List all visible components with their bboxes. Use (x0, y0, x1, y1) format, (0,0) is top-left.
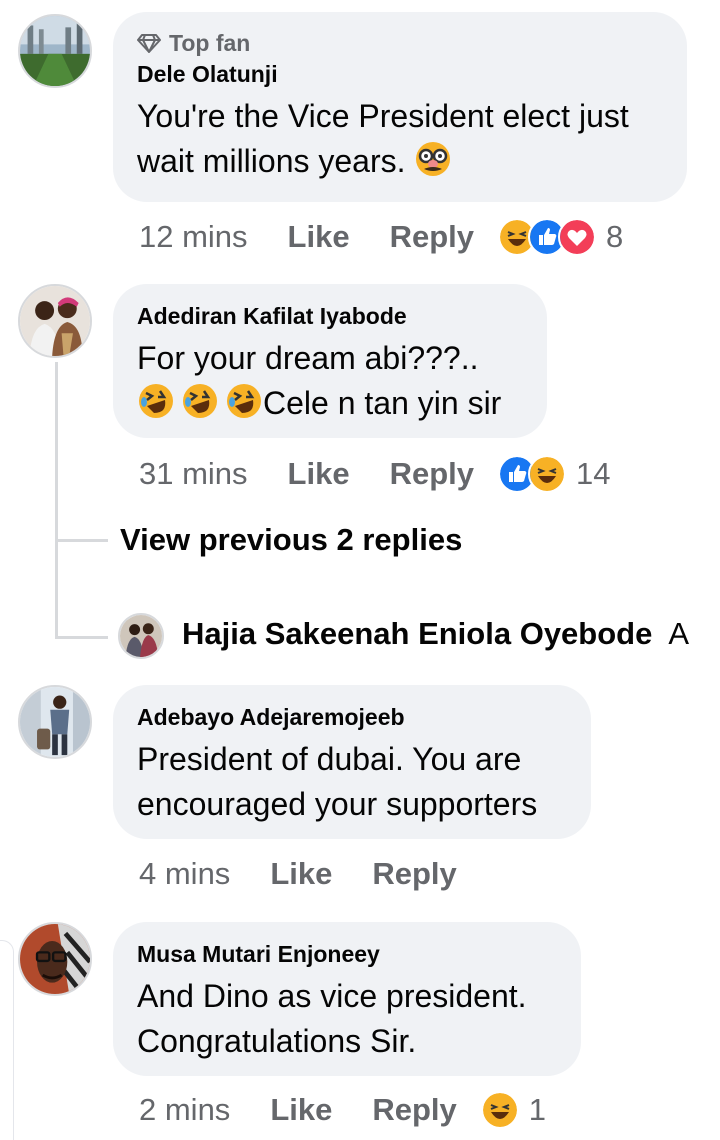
reply-author[interactable]: Hajia Sakeenah Eniola Oyebode (182, 616, 652, 652)
rofl-emoji (183, 384, 217, 418)
love-icon (558, 218, 596, 256)
reply-button[interactable]: Reply (372, 856, 456, 892)
timestamp[interactable]: 4 mins (139, 856, 230, 892)
top-fan-label: Top fan (169, 29, 251, 56)
reply-snippet: A (668, 616, 690, 651)
rofl-emoji (139, 384, 173, 418)
comment-actions: 4 mins Like Reply (139, 852, 497, 896)
reply-button[interactable]: Reply (372, 1092, 456, 1128)
comment-text: You're the Vice President elect just wai… (137, 98, 629, 179)
view-previous-replies-link[interactable]: View previous 2 replies (120, 522, 462, 558)
thread-connector (55, 539, 108, 542)
like-button[interactable]: Like (288, 456, 350, 492)
reactions-summary[interactable]: 8 (498, 218, 623, 256)
avatar[interactable] (18, 685, 92, 759)
comment-author[interactable]: Dele Olatunji (137, 60, 663, 88)
comment-bubble: Adediran Kafilat Iyabode For your dream … (113, 284, 547, 438)
avatar[interactable] (18, 922, 92, 996)
comment-text: And Dino as vice president. Congratulati… (137, 978, 527, 1059)
reaction-count: 1 (528, 1092, 547, 1127)
reply-button[interactable]: Reply (390, 456, 474, 492)
avatar[interactable] (118, 613, 164, 659)
haha-icon (528, 455, 566, 493)
comment-bubble: Musa Mutari Enjoneey And Dino as vice pr… (113, 922, 581, 1076)
timestamp[interactable]: 2 mins (139, 1092, 230, 1128)
comment-actions: 12 mins Like Reply 8 (139, 215, 623, 259)
like-button[interactable]: Like (288, 219, 350, 255)
rofl-emoji (227, 384, 261, 418)
thread-line (55, 362, 58, 639)
reaction-count: 14 (576, 456, 611, 491)
reply-preview[interactable]: Hajia Sakeenah Eniola Oyebode A (182, 616, 689, 652)
comment-author[interactable]: Adediran Kafilat Iyabode (137, 302, 523, 330)
comment-author[interactable]: Adebayo Adejaremojeeb (137, 703, 567, 731)
comment-author[interactable]: Musa Mutari Enjoneey (137, 940, 557, 968)
diamond-icon (137, 34, 161, 53)
top-fan-badge: Top fan (137, 26, 663, 60)
comment-bubble: Top fan Dele Olatunji You're the Vice Pr… (113, 12, 687, 202)
reply-button[interactable]: Reply (390, 219, 474, 255)
reaction-count: 8 (606, 219, 624, 254)
haha-icon (480, 1091, 519, 1129)
reactions-summary[interactable]: 1 (480, 1091, 547, 1129)
like-button[interactable]: Like (270, 856, 332, 892)
avatar[interactable] (18, 284, 92, 358)
comment-text: For your dream abi???.. Cele n tan yin s… (137, 340, 502, 421)
comment-text: President of dubai. You are encouraged y… (137, 741, 538, 822)
comment-actions: 31 mins Like Reply 14 (139, 452, 610, 496)
comment-bubble: Adebayo Adejaremojeeb President of dubai… (113, 685, 591, 839)
side-panel-edge (0, 940, 14, 1140)
thread-connector (55, 636, 108, 639)
disguise-face-emoji (416, 142, 451, 176)
timestamp[interactable]: 12 mins (139, 219, 248, 255)
like-button[interactable]: Like (270, 1092, 332, 1128)
avatar[interactable] (18, 14, 92, 88)
timestamp[interactable]: 31 mins (139, 456, 248, 492)
comment-actions: 2 mins Like Reply 1 (139, 1088, 546, 1132)
reactions-summary[interactable]: 14 (498, 455, 610, 493)
